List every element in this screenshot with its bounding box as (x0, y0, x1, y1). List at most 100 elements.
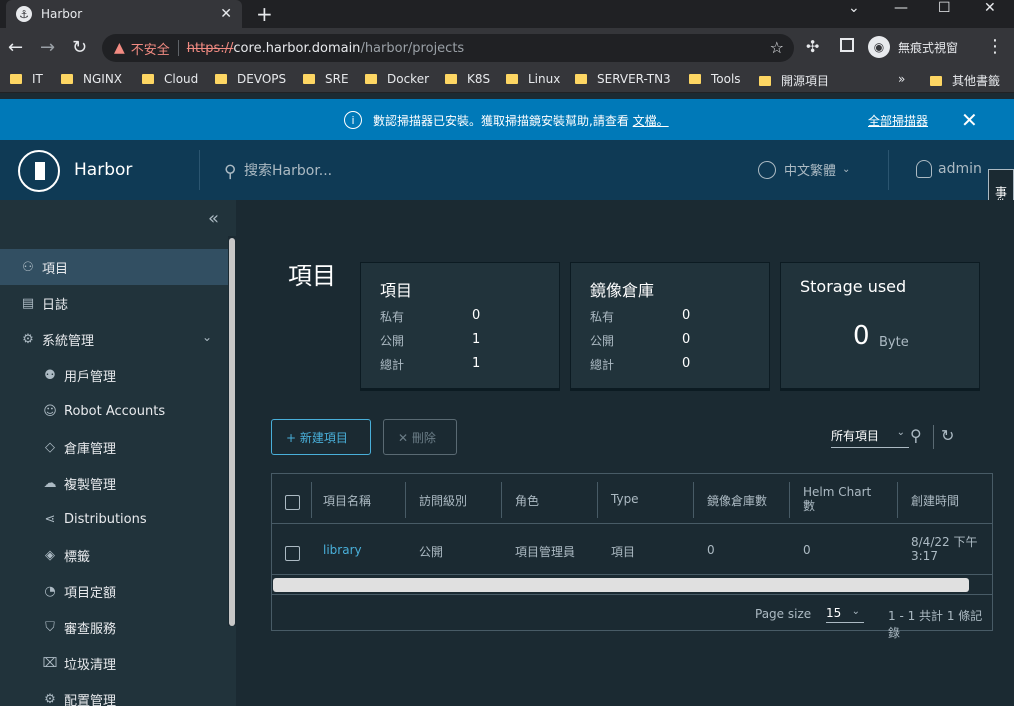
bookmark-label: Cloud (164, 72, 199, 86)
row-checkbox[interactable] (285, 546, 300, 561)
column-header-chart-count[interactable]: Helm Chart 數 (803, 485, 883, 513)
sidebar-item-distributions[interactable]: ⋖ Distributions (0, 501, 228, 537)
forward-arrow-icon[interactable]: → (40, 37, 55, 58)
collapse-sidebar-icon[interactable]: « (208, 208, 219, 229)
bookmark-folder[interactable]: DEVOPS (215, 72, 286, 86)
chevron-down-icon: ⌄ (851, 606, 860, 617)
sidebar-item-logs[interactable]: ▤ 日誌 (0, 285, 228, 321)
table-row[interactable]: library 公開 項目管理員 項目 0 0 8/4/22 下午 3:17 (272, 525, 992, 575)
sidebar-item-projects[interactable]: ⚇ 項目 (0, 249, 228, 285)
maximize-button[interactable]: ☐ (938, 0, 951, 16)
table-footer: Page size 15 ⌄ 1 - 1 共計 1 條記錄 (272, 594, 992, 640)
brand-name[interactable]: Harbor (74, 160, 132, 180)
private-label: 私有 (380, 310, 405, 324)
tab-close-icon[interactable]: ✕ (220, 6, 232, 22)
folder-icon (365, 74, 377, 84)
folder-icon (689, 74, 701, 84)
sidebar-item-replications[interactable]: ☁ 複製管理 (0, 465, 228, 501)
folder-icon (303, 74, 315, 84)
user-menu[interactable]: admin (916, 160, 982, 178)
bookmark-folder[interactable]: 開源項目 (759, 72, 829, 89)
users-icon: ⚉ (44, 367, 56, 383)
private-label: 私有 (590, 310, 615, 324)
global-search-input[interactable] (244, 161, 484, 181)
bookmarks-overflow-button[interactable]: » (898, 72, 905, 86)
public-label: 公開 (590, 334, 615, 348)
new-project-button[interactable]: + 新建項目 (271, 419, 371, 455)
banner-close-icon[interactable]: ✕ (961, 108, 978, 132)
select-all-checkbox[interactable] (285, 495, 300, 510)
side-panel-icon[interactable] (840, 38, 854, 52)
minimize-button[interactable]: — (894, 0, 908, 16)
address-bar[interactable]: ▲ 不安全 https://core.harbor.domain/harbor/… (102, 34, 794, 62)
scanner-banner: i 數認掃描器已安裝。獲取掃描鏡安裝幫助,請查看 文檔。 全部掃描器 ✕ (0, 99, 1014, 140)
bookmark-folder[interactable]: SERVER-TN3 (575, 72, 671, 86)
language-selector[interactable]: 中文繁體 ⌄ (758, 160, 850, 179)
sidebar-item-quotas[interactable]: ◔ 項目定額 (0, 573, 228, 609)
search-icon[interactable]: ⚲ (910, 426, 922, 445)
sidebar-item-garbage-collection[interactable]: ⌧ 垃圾清理 (0, 645, 228, 681)
page-size-select[interactable]: 15 ⌄ (826, 606, 864, 623)
sidebar-item-labels[interactable]: ◈ 標籤 (0, 537, 228, 573)
folder-icon (930, 75, 942, 86)
registry-icon: ◇ (45, 439, 55, 455)
bookmark-label: 其他書籤 (952, 74, 1001, 88)
bookmark-folder[interactable]: K8S (445, 72, 490, 86)
chevron-down-icon[interactable]: ⌄ (848, 0, 860, 16)
column-divider (405, 482, 406, 518)
column-divider (311, 482, 312, 518)
projects-table: 項目名稱 訪問級別 角色 Type 鏡像倉庫數 Helm Chart 數 創建時… (271, 473, 993, 640)
all-scanners-link[interactable]: 全部掃描器 (868, 112, 928, 129)
banner-docs-link[interactable]: 文檔。 (633, 114, 669, 128)
bookmark-folder[interactable]: Linux (506, 72, 560, 86)
folder-icon (10, 74, 22, 84)
column-header-role[interactable]: 角色 (515, 492, 539, 509)
harbor-logo-icon[interactable] (18, 150, 60, 192)
column-header-repo-count[interactable]: 鏡像倉庫數 (707, 492, 767, 509)
bookmark-folder[interactable]: Cloud (142, 72, 198, 86)
incognito-indicator[interactable]: ◉ 無痕式視窗 (868, 36, 958, 58)
incognito-label: 無痕式視窗 (898, 40, 959, 55)
warning-icon: ▲ (114, 40, 125, 56)
logs-icon: ▤ (21, 295, 35, 311)
browser-tabstrip: ⚓ Harbor ✕ + ⌄ — ☐ ✕ (0, 0, 1014, 28)
window-close-button[interactable]: ✕ (984, 0, 996, 16)
back-arrow-icon[interactable]: ← (8, 37, 23, 58)
project-filter-select[interactable]: 所有項目 ⌄ (831, 427, 909, 448)
bookmark-folder[interactable]: Tools (689, 72, 741, 86)
table-horizontal-scrollbar[interactable] (273, 578, 969, 592)
sidebar-item-interrogation-services[interactable]: ⛉ 審查服務 (0, 609, 228, 645)
sidebar-item-robot-accounts[interactable]: ☺ Robot Accounts (0, 393, 228, 429)
gear-icon: ⚙ (44, 691, 56, 706)
banner-message: 數認掃描器已安裝。獲取掃描鏡安裝幫助,請查看 文檔。 (373, 112, 669, 129)
delete-project-button[interactable]: ✕ 刪除 (383, 419, 457, 455)
column-header-name[interactable]: 項目名稱 (323, 492, 371, 509)
bookmark-folder[interactable]: NGINX (61, 72, 122, 86)
robot-icon: ☺ (43, 403, 57, 419)
sidebar-item-users[interactable]: ⚉ 用戶管理 (0, 357, 228, 393)
sidebar-item-configuration[interactable]: ⚙ 配置管理 (0, 681, 228, 706)
bookmark-star-icon[interactable]: ☆ (770, 38, 784, 57)
browser-tab[interactable]: ⚓ Harbor ✕ (6, 0, 242, 28)
url-path: /harbor/projects (360, 40, 465, 56)
sidebar-item-admin[interactable]: ⚙ 系統管理 ⌄ (0, 321, 228, 357)
column-header-type[interactable]: Type (611, 492, 639, 506)
bookmark-label: K8S (467, 72, 491, 86)
column-header-access[interactable]: 訪問級別 (419, 492, 467, 509)
sidebar-scrollbar[interactable] (229, 238, 235, 626)
browser-menu-icon[interactable]: ⋮ (986, 36, 1004, 57)
column-divider (789, 482, 790, 518)
card-title: Storage used (800, 277, 907, 296)
column-header-created[interactable]: 創建時間 (911, 492, 959, 509)
bookmark-folder[interactable]: SRE (303, 72, 349, 86)
sidebar-item-registries[interactable]: ◇ 倉庫管理 (0, 429, 228, 465)
reload-icon[interactable]: ↻ (72, 37, 87, 58)
other-bookmarks-folder[interactable]: 其他書籤 (930, 72, 1000, 89)
insecure-label[interactable]: 不安全 (131, 39, 170, 58)
bookmark-folder[interactable]: IT (10, 72, 43, 86)
extensions-icon[interactable]: ✣ (806, 37, 819, 56)
bookmark-folder[interactable]: Docker (365, 72, 429, 86)
project-name-link[interactable]: library (323, 543, 362, 557)
new-tab-button[interactable]: + (256, 2, 273, 26)
refresh-icon[interactable]: ↻ (941, 426, 954, 445)
